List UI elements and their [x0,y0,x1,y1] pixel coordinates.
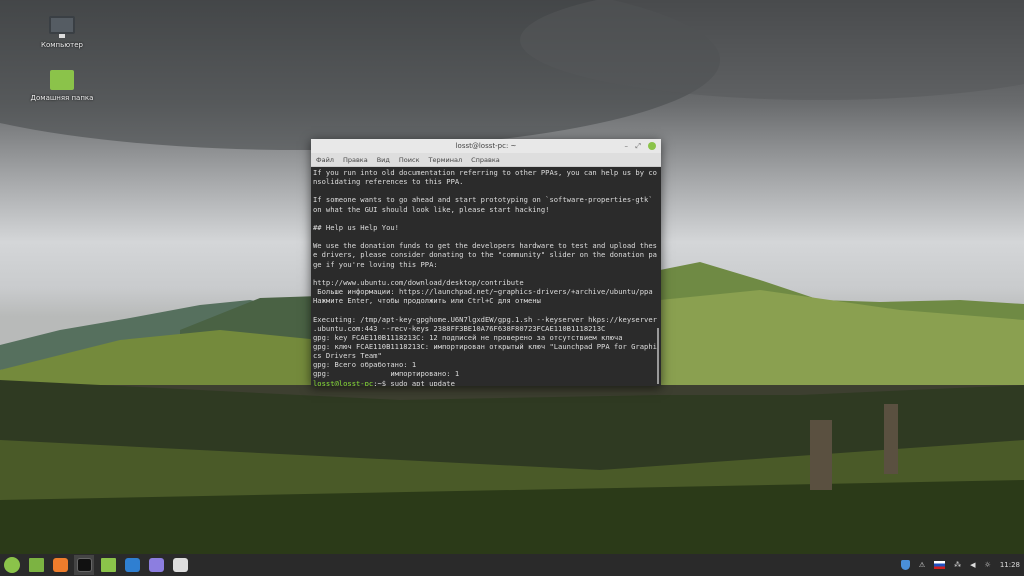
folder-icon [100,558,116,572]
maximize-button[interactable]: ⤢ [635,141,641,151]
menu-view[interactable]: Вид [377,153,390,166]
terminal-line: nsolidating references to this PPA. [313,177,464,187]
desktop: Компьютер Домашняя папка losst@losst-pc:… [0,0,1024,576]
scrollbar[interactable] [657,328,659,384]
terminal-line: If you run into old documentation referr… [313,168,657,177]
terminal-line: Больше информации: https://launchpad.net… [313,287,653,297]
terminal-launcher[interactable] [74,555,94,575]
terminal-line: gpg: импортировано: 1 [313,369,460,379]
window-title: losst@losst-pc: ~ [455,142,517,150]
shield-icon[interactable] [900,560,910,570]
terminal-line: Executing: /tmp/apt-key-gpghome.U6N7lgxd… [313,314,657,324]
menu-button[interactable] [2,555,22,575]
terminal-line: on what the GUI should look like, please… [313,204,550,214]
screenshot-launcher[interactable] [122,555,142,575]
terminal-window[interactable]: losst@losst-pc: ~ – ⤢ Файл Правка Вид По… [311,139,661,386]
brightness-icon[interactable]: ☼ [985,561,991,569]
camera-icon [124,558,140,572]
user-host: losst@losst-pc [313,378,374,386]
monitor-icon [49,16,75,34]
menu-help[interactable]: Справка [471,153,500,166]
system-tray: ⚠ ⁂ ◀ ☼ 11:28 [900,554,1020,576]
terminal-line: gpg: key FCAE110B1118213C: 12 подписей н… [313,332,623,342]
volume-icon[interactable]: ◀ [970,561,975,569]
terminal-line: gpg: ключ FCAE110B1118213C: импортирован… [313,341,657,351]
text-editor-icon [148,558,164,572]
terminal-line: ge if you're loving this PPA: [313,259,438,269]
terminal-line: http://www.ubuntu.com/download/desktop/c… [313,277,524,287]
prompt-path: :~$ [373,378,391,386]
close-button[interactable] [648,142,656,150]
desktop-icon-label: Компьютер [41,41,83,49]
terminal-line: ## Help us Help You! [313,222,399,232]
menu-terminal[interactable]: Терминал [429,153,463,166]
terminal-line: gpg: Всего обработано: 1 [313,360,417,370]
settings-launcher[interactable] [170,555,190,575]
title-bar[interactable]: losst@losst-pc: ~ – ⤢ [311,139,661,153]
desktop-icon-label: Домашняя папка [30,94,94,102]
terminal-output[interactable]: If you run into old documentation referr… [311,167,661,386]
terminal-icon [76,558,92,572]
mint-logo-icon [4,557,20,573]
settings-icon [172,558,188,572]
terminal-line: cs Drivers Team" [313,351,382,361]
menu-search[interactable]: Поиск [399,153,420,166]
terminal-line: If someone wants to go ahead and start p… [313,195,653,205]
menu-edit[interactable]: Правка [343,153,368,166]
firefox-launcher[interactable] [50,555,70,575]
desktop-icon-home[interactable]: Домашняя папка [22,70,102,102]
show-desktop-icon [28,558,44,572]
network-icon[interactable]: ⁂ [954,561,961,569]
show-desktop-button[interactable] [26,555,46,575]
terminal-line: Нажмите Enter, чтобы продолжить или Ctrl… [313,296,541,306]
prompt-line: losst@losst-pc:~$ sudo apt update [313,379,661,386]
terminal-line: e drivers, please consider donating to t… [313,250,657,260]
command-text: sudo apt update [390,378,455,386]
clock[interactable]: 11:28 [1000,561,1020,569]
taskbar: ⚠ ⁂ ◀ ☼ 11:28 [0,554,1024,576]
minimize-button[interactable]: – [625,141,629,151]
home-folder-icon [50,70,74,90]
keyboard-layout-flag-icon[interactable] [934,561,946,569]
files-launcher[interactable] [98,555,118,575]
text-editor-launcher[interactable] [146,555,166,575]
menu-file[interactable]: Файл [316,153,334,166]
terminal-line: We use the donation funds to get the dev… [313,241,657,251]
warning-icon[interactable]: ⚠ [919,561,925,569]
firefox-icon [52,558,68,572]
terminal-line: .ubuntu.com:443 --recv-keys 2388FF3BE10A… [313,323,606,333]
menu-bar: Файл Правка Вид Поиск Терминал Справка [311,153,661,167]
desktop-icon-computer[interactable]: Компьютер [22,16,102,49]
